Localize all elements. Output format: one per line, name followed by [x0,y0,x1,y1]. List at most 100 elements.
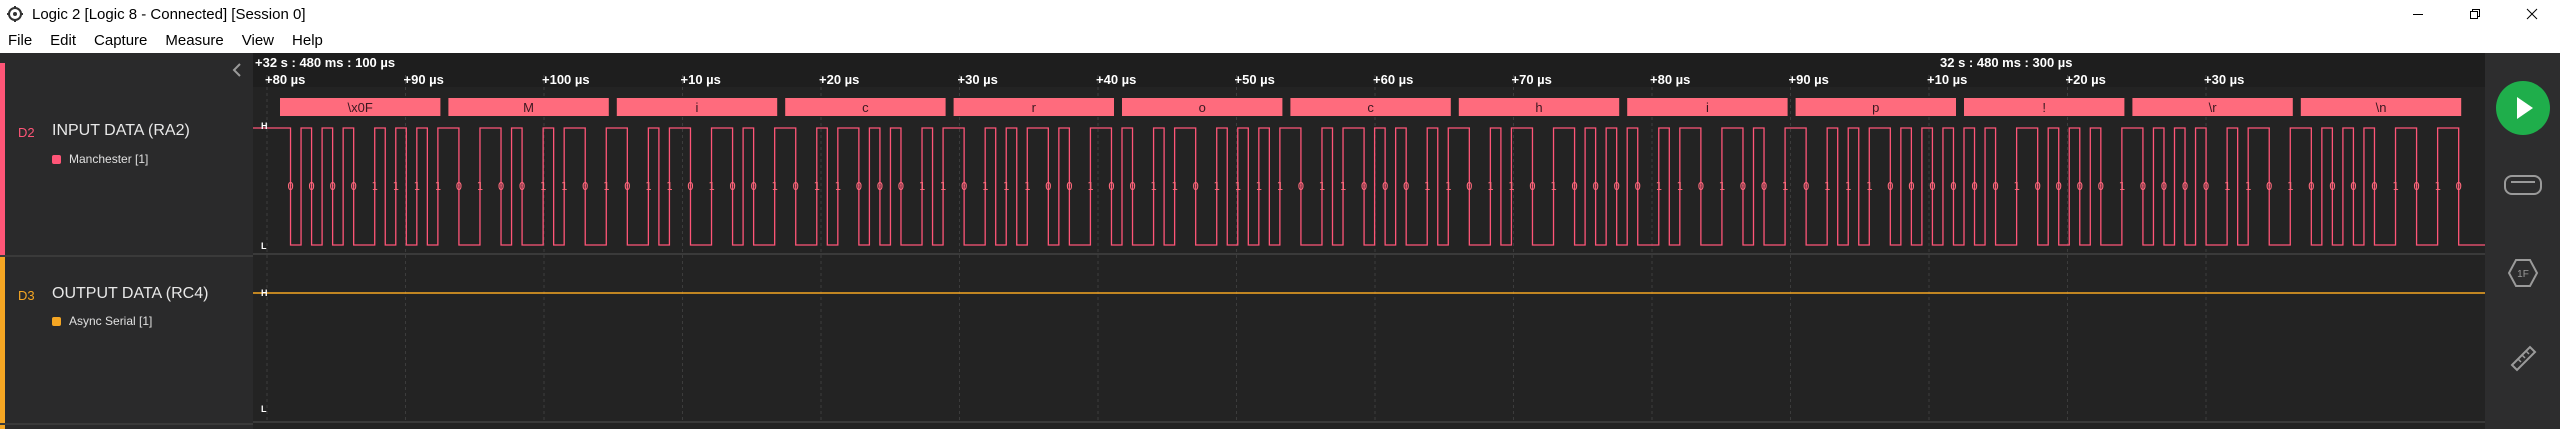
bit-value-label: 0 [1634,180,1641,193]
bit-value-label: 0 [2371,180,2378,193]
analyzer-label[interactable]: Manchester [1] [52,152,148,166]
time-tick-label: +80 µs [265,72,305,87]
menu-edit[interactable]: Edit [50,32,76,49]
time-tick-label: +70 µs [1512,72,1552,87]
bit-value-label: 1 [1719,180,1726,193]
bit-value-label: 1 [1424,180,1431,193]
time-tick-label: +50 µs [1235,72,1275,87]
menu-help[interactable]: Help [292,32,323,49]
bit-value-label: 1 [1003,180,1010,193]
channel-name[interactable]: INPUT DATA (RA2) [52,122,190,140]
bit-value-label: 1 [1508,180,1515,193]
bit-value-label: 1 [2119,180,2126,193]
bit-value-label: 1 [645,180,652,193]
bit-value-label: 0 [287,180,294,193]
bit-value-label: 1 [1171,180,1178,193]
1f-hex-icon[interactable]: 1F [2507,258,2539,288]
bit-value-label: 1 [1213,180,1220,193]
bit-value-label: 1 [1150,180,1157,193]
analyzer-label[interactable]: Async Serial [1] [52,314,152,328]
bit-value-label: 0 [498,180,505,193]
restore-icon[interactable] [2446,0,2503,28]
bit-value-label: 0 [2455,180,2462,193]
channel-d2[interactable]: D2 INPUT DATA (RA2) Manchester [1] [0,63,253,263]
bit-value-label: 1 [2287,180,2294,193]
bit-value-label: 1 [603,180,610,193]
bit-value-label: 0 [1129,180,1136,193]
channel-name[interactable]: OUTPUT DATA (RC4) [52,285,208,303]
ruler-icon[interactable] [2508,343,2538,373]
decoded-frame-label: r [1032,100,1037,115]
extensions-button[interactable]: 1F [2485,253,2560,293]
bit-value-label: 0 [1740,180,1747,193]
bit-value-label: 0 [1929,180,1936,193]
bit-value-label: 1 [2392,180,2399,193]
bit-value-label: 1 [919,180,926,193]
bit-value-label: 0 [2034,180,2041,193]
close-icon[interactable] [2503,0,2560,28]
menu-view[interactable]: View [242,32,274,49]
analyzers-button[interactable] [2485,165,2560,205]
bit-value-label: 1 [1845,180,1852,193]
window-title: Logic 2 [Logic 8 - Connected] [Session 0… [32,5,306,23]
bit-value-label: 0 [2329,180,2336,193]
bit-value-label: 0 [1045,180,1052,193]
decoded-frame-label: h [1535,100,1542,115]
bit-value-label: 0 [2098,180,2105,193]
bit-value-label: 0 [1887,180,1894,193]
bit-value-label: 1 [1234,180,1241,193]
bit-value-label: 0 [2350,180,2357,193]
bit-value-label: 1 [666,180,673,193]
bit-value-label: 1 [1824,180,1831,193]
play-icon[interactable] [2495,80,2551,136]
minimize-icon[interactable] [2389,0,2446,28]
waveform-area[interactable]: +32 s : 480 ms : 100 µs 32 s : 480 ms : … [253,53,2485,429]
analyzer-icon[interactable] [2503,173,2543,197]
hex-label: 1F [2517,269,2529,280]
title-bar: Logic 2 [Logic 8 - Connected] [Session 0… [0,0,2560,28]
bit-value-label: 0 [350,180,357,193]
decoded-frame-label: \r [2209,100,2218,115]
bit-value-label: 0 [1066,180,1073,193]
decoded-frame-label: \x0F [348,100,373,115]
bit-value-label: 0 [624,180,631,193]
menu-capture[interactable]: Capture [94,32,147,49]
bit-value-label: 0 [729,180,736,193]
bit-value-label: 0 [2266,180,2273,193]
bit-value-label: 1 [1087,180,1094,193]
bit-value-label: 1 [835,180,842,193]
bit-value-label: 1 [1024,180,1031,193]
measurements-button[interactable] [2485,338,2560,378]
bit-value-label: 0 [2308,180,2315,193]
time-tick-label: +60 µs [1373,72,1413,87]
bit-value-label: 1 [435,180,442,193]
bit-value-label: 0 [1108,180,1115,193]
menu-file[interactable]: File [8,32,32,49]
bit-value-label: 1 [813,180,820,193]
time-tick-label: +90 µs [1789,72,1829,87]
time-tick-label: +40 µs [1096,72,1136,87]
bit-value-label: 0 [456,180,463,193]
start-capture-button[interactable] [2485,80,2560,136]
channel-id: D2 [18,125,35,140]
waveform-canvas[interactable]: +32 s : 480 ms : 100 µs 32 s : 480 ms : … [253,53,2485,429]
bit-value-label: 1 [477,180,484,193]
bit-value-label: 1 [392,180,399,193]
bit-value-label: 0 [856,180,863,193]
channel-d3[interactable]: D3 OUTPUT DATA (RC4) Async Serial [1] [0,257,253,429]
bit-value-label: 1 [1319,180,1326,193]
bit-value-label: 1 [414,180,421,193]
menu-measure[interactable]: Measure [165,32,223,49]
bit-value-label: 1 [1487,180,1494,193]
channel-color-stripe [0,257,5,429]
bit-value-label: 1 [561,180,568,193]
bit-value-label: 0 [687,180,694,193]
time-anchor-right: 32 s : 480 ms : 300 µs [1940,55,2073,70]
time-tick-label: +100 µs [542,72,590,87]
bit-value-label: 0 [519,180,526,193]
bit-value-label: 0 [1571,180,1578,193]
bit-value-label: 0 [2161,180,2168,193]
time-anchor-left: +32 s : 480 ms : 100 µs [255,55,395,70]
decoded-frame-label: c [862,100,869,115]
bit-value-label: 0 [898,180,905,193]
